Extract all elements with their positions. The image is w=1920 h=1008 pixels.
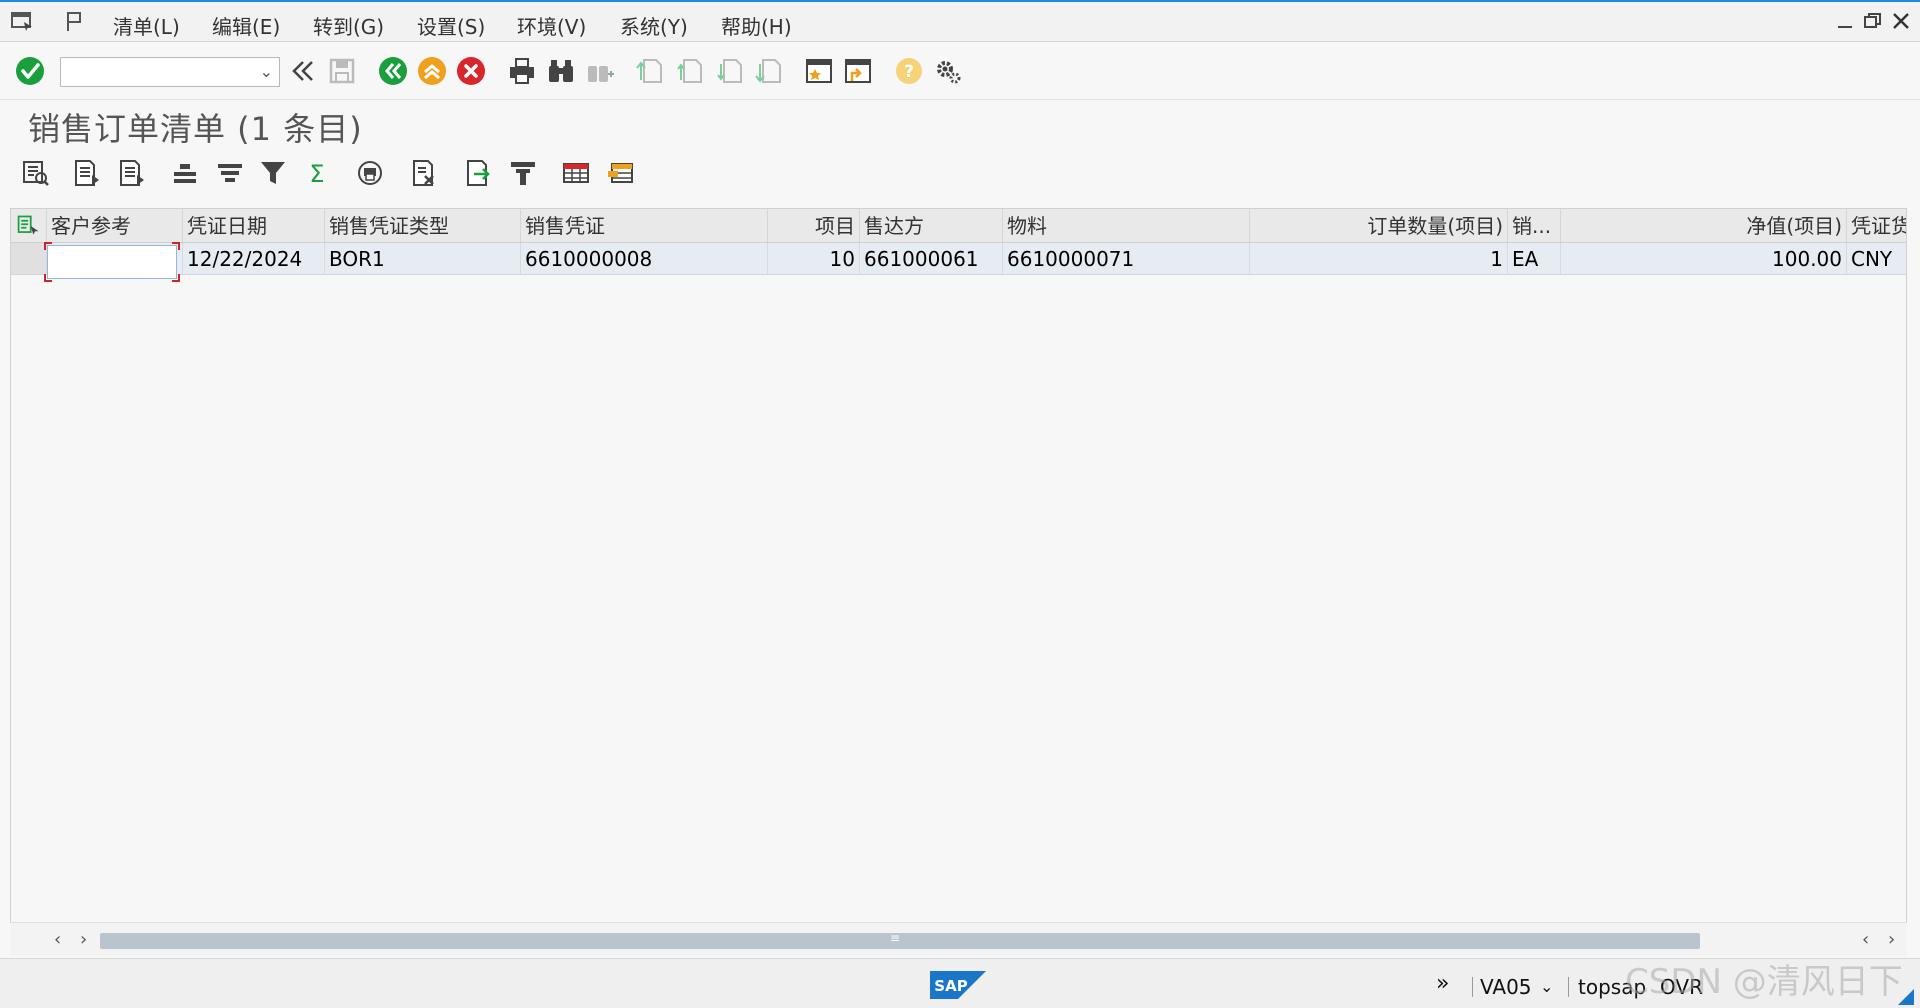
standard-toolbar: ⌄ ? — [0, 42, 1920, 100]
menu-list[interactable]: 清单(L) — [113, 11, 180, 40]
status-divider — [1472, 977, 1473, 997]
col-currency[interactable]: 凭证货 — [1847, 209, 1906, 242]
export-excel-icon[interactable] — [408, 156, 442, 190]
svg-text:Σ: Σ — [309, 160, 324, 188]
column-position-icon[interactable] — [168, 156, 202, 190]
sort-ascending-icon[interactable] — [70, 156, 104, 190]
watermark: CSDN @清风日下 — [1625, 962, 1903, 1002]
status-divider — [1568, 977, 1569, 997]
col-order-qty[interactable]: 订单数量(项目) — [1250, 209, 1508, 242]
prev-page-icon[interactable] — [673, 55, 705, 87]
menu-environment[interactable]: 环境(V) — [517, 11, 586, 40]
command-field[interactable]: ⌄ — [60, 57, 280, 87]
select-all-icon[interactable] — [11, 209, 47, 242]
sales-order-grid: 客户参考 凭证日期 销售凭证类型 销售凭证 项目 售达方 物料 订单数量(项目)… — [10, 208, 1907, 956]
cell-net-value[interactable]: 100.00 — [1561, 243, 1847, 274]
subtotal-icon[interactable] — [213, 156, 247, 190]
cell-doc-type[interactable]: BOR1 — [325, 243, 521, 274]
col-material[interactable]: 物料 — [1003, 209, 1250, 242]
layout-icon[interactable] — [506, 156, 540, 190]
row-selector[interactable] — [11, 243, 47, 274]
find-icon[interactable] — [545, 55, 577, 87]
minimize-icon[interactable] — [1834, 10, 1856, 32]
enter-icon[interactable] — [14, 55, 46, 87]
scroll-right-end-icon[interactable]: › — [1888, 929, 1895, 950]
svg-text:?: ? — [904, 62, 914, 82]
sap-logo-text: SAP — [934, 977, 967, 995]
create-session-icon[interactable] — [803, 55, 835, 87]
menu-icon[interactable] — [10, 10, 36, 32]
scroll-right-icon[interactable]: › — [80, 929, 87, 950]
cancel-icon[interactable] — [455, 55, 487, 87]
cell-item[interactable]: 10 — [768, 243, 860, 274]
menu-settings[interactable]: 设置(S) — [417, 11, 485, 40]
transaction-code: VA05 — [1480, 975, 1532, 999]
cell-currency[interactable]: CNY — [1847, 243, 1906, 274]
col-net-value[interactable]: 净值(项目) — [1561, 209, 1847, 242]
chevron-down-icon[interactable]: ⌄ — [260, 62, 273, 81]
menu-system[interactable]: 系统(Y) — [620, 11, 688, 40]
scroll-left-end-icon[interactable]: ‹ — [1862, 929, 1869, 950]
col-doc-date[interactable]: 凭证日期 — [183, 209, 325, 242]
page-title: 销售订单清单 (1 条目) — [28, 110, 363, 148]
col-sales-doc[interactable]: 销售凭证 — [521, 209, 768, 242]
scroll-left-icon[interactable]: ‹ — [54, 929, 61, 950]
expand-status-icon[interactable]: » — [1436, 971, 1449, 996]
flag-icon[interactable] — [62, 10, 88, 32]
cell-material[interactable]: 6610000071 — [1003, 243, 1250, 274]
select-layout-icon[interactable] — [604, 156, 638, 190]
menu-goto[interactable]: 转到(G) — [313, 11, 384, 40]
application-toolbar: Σ — [0, 148, 1920, 196]
cell-order-qty[interactable]: 1 — [1250, 243, 1508, 274]
col-sold-to[interactable]: 售达方 — [860, 209, 1003, 242]
change-layout-icon[interactable] — [559, 156, 593, 190]
sap-logo: SAP — [930, 971, 986, 999]
print-preview-icon[interactable] — [353, 156, 387, 190]
back-icon[interactable] — [377, 55, 409, 87]
exit-icon[interactable] — [416, 55, 448, 87]
cell-sold-to[interactable]: 661000061 — [860, 243, 1003, 274]
cell-sales-doc[interactable]: 6610000008 — [521, 243, 768, 274]
col-unit[interactable]: 销... — [1508, 209, 1561, 242]
find-next-icon[interactable] — [584, 55, 616, 87]
print-icon[interactable] — [506, 55, 538, 87]
back-double-icon[interactable] — [286, 55, 318, 87]
cell-unit[interactable]: EA — [1508, 243, 1561, 274]
menu-edit[interactable]: 编辑(E) — [212, 11, 280, 40]
cell-doc-date[interactable]: 12/22/2024 — [183, 243, 325, 274]
restore-icon[interactable] — [1862, 10, 1884, 32]
next-page-icon[interactable] — [713, 55, 745, 87]
export-icon[interactable] — [462, 156, 496, 190]
sum-icon[interactable]: Σ — [300, 156, 334, 190]
grid-header: 客户参考 凭证日期 销售凭证类型 销售凭证 项目 售达方 物料 订单数量(项目)… — [11, 209, 1906, 243]
horizontal-scrollbar[interactable]: ‹ › ≡ ‹ › — [10, 922, 1907, 956]
help-icon[interactable]: ? — [893, 55, 925, 87]
filter-icon[interactable] — [256, 156, 290, 190]
table-row[interactable]: 12/22/2024 BOR1 6610000008 10 661000061 … — [11, 243, 1906, 275]
details-icon[interactable] — [18, 156, 52, 190]
col-customer-ref[interactable]: 客户参考 — [47, 209, 183, 242]
close-icon[interactable] — [1890, 10, 1912, 32]
settings-icon[interactable] — [932, 55, 964, 87]
chevron-down-icon[interactable]: ⌄ — [1540, 977, 1553, 996]
col-item[interactable]: 项目 — [768, 209, 860, 242]
shortcut-icon[interactable] — [842, 55, 874, 87]
first-page-icon[interactable] — [633, 55, 665, 87]
col-doc-type[interactable]: 销售凭证类型 — [325, 209, 521, 242]
scroll-grip-icon: ≡ — [890, 931, 901, 945]
selected-cell[interactable] — [44, 242, 180, 282]
save-icon[interactable] — [326, 55, 358, 87]
menu-bar: 清单(L) 编辑(E) 转到(G) 设置(S) 环境(V) 系统(Y) 帮助(H… — [0, 0, 1920, 42]
menu-help[interactable]: 帮助(H) — [721, 11, 792, 40]
sort-descending-icon[interactable] — [115, 156, 149, 190]
last-page-icon[interactable] — [752, 55, 784, 87]
